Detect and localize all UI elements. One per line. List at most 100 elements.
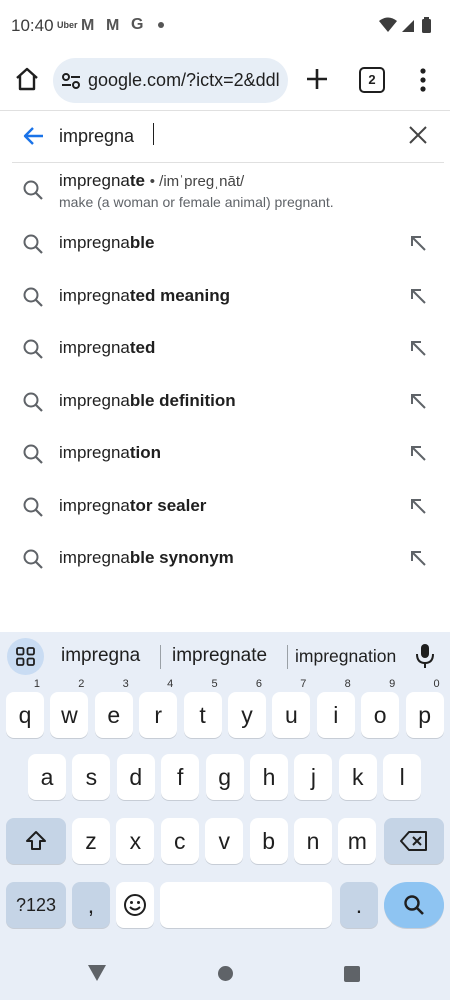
keyboard-menu-button[interactable] <box>7 638 44 675</box>
key-k[interactable]: k <box>338 754 377 800</box>
key-hint-digit: 7 <box>300 678 307 690</box>
home-circle-icon[interactable] <box>217 965 234 987</box>
search-icon <box>404 895 424 915</box>
browser-toolbar: google.com/?ictx=2&ddl 2 <box>0 52 450 111</box>
key-g[interactable]: g <box>205 754 244 800</box>
google-notification-icon: G <box>131 16 144 33</box>
key-x[interactable]: x <box>116 818 155 864</box>
key-b[interactable]: b <box>249 818 288 864</box>
backspace-key[interactable] <box>384 818 444 864</box>
key-u[interactable]: u7 <box>272 679 311 738</box>
new-tab-button[interactable] <box>303 65 331 93</box>
key-j[interactable]: j <box>294 754 333 800</box>
key-hint-digit: 6 <box>255 678 262 690</box>
plus-icon <box>307 69 327 89</box>
key-t[interactable]: t5 <box>183 679 222 738</box>
tab-switcher-button[interactable]: 2 <box>359 67 385 93</box>
search-key[interactable] <box>384 882 444 928</box>
suggestion-completion: te <box>129 171 145 190</box>
key-f[interactable]: f <box>161 754 200 800</box>
suggestion-item[interactable]: impregnated <box>0 322 450 375</box>
suggestion-item[interactable]: impregnator sealer <box>0 480 450 533</box>
key-o[interactable]: o9 <box>361 679 400 738</box>
keyboard-suggestion[interactable]: impregna <box>61 645 140 667</box>
suggestion-item[interactable]: impregnation <box>0 427 450 480</box>
recents-square-icon[interactable] <box>344 966 360 987</box>
suggestion-definition: make (a woman or female animal) pregnant… <box>59 194 334 210</box>
suggestion-completion: tion <box>129 443 162 462</box>
gmail-notification-icon-2: M <box>106 17 120 34</box>
key-i[interactable]: i8 <box>316 679 355 738</box>
shift-key[interactable] <box>6 818 66 864</box>
keyboard-suggestion-strip: impregna impregnate impregnation <box>0 632 450 680</box>
comma-key[interactable]: , <box>72 882 110 928</box>
key-hint-digit: 9 <box>389 678 396 690</box>
suggestion-completion: ble definition <box>129 390 236 410</box>
suggestion-prefix: impregna <box>59 390 130 410</box>
key-hint-digit: 2 <box>78 678 85 690</box>
battery-icon <box>422 17 431 33</box>
suggestion-completion: ted meaning <box>129 285 230 305</box>
suggestion-item[interactable]: impregnable <box>0 217 450 270</box>
key-d[interactable]: d <box>116 754 155 800</box>
key-z[interactable]: z <box>72 818 110 864</box>
suggestion-divider <box>287 645 288 669</box>
status-bar: 10:40 Uber M M G <box>0 0 450 52</box>
key-l[interactable]: l <box>383 754 422 800</box>
suggestion-completion: ble <box>129 233 155 252</box>
fill-query-arrow-icon[interactable] <box>409 497 427 520</box>
keyboard-suggestion[interactable]: impregnate <box>172 645 267 667</box>
fill-query-arrow-icon[interactable] <box>409 392 427 415</box>
emoji-key[interactable] <box>116 882 154 928</box>
suggestion-item[interactable]: impregnable synonym <box>0 532 450 585</box>
search-input[interactable] <box>59 123 379 149</box>
key-w[interactable]: w2 <box>50 679 89 738</box>
space-key[interactable] <box>160 882 332 928</box>
more-menu-button[interactable] <box>413 66 433 94</box>
microphone-icon[interactable] <box>414 642 436 675</box>
symbols-key[interactable]: ?123 <box>6 882 66 928</box>
key-n[interactable]: n <box>294 818 332 864</box>
status-time: 10:40 <box>11 16 54 35</box>
search-icon <box>22 443 44 470</box>
back-triangle-icon[interactable] <box>87 964 107 987</box>
key-q[interactable]: q1 <box>6 679 44 738</box>
clear-icon[interactable] <box>407 124 429 151</box>
key-h[interactable]: h <box>250 754 288 800</box>
key-c[interactable]: c <box>160 818 199 864</box>
key-p[interactable]: p0 <box>405 679 444 738</box>
fill-query-arrow-icon[interactable] <box>409 339 427 362</box>
fill-query-arrow-icon[interactable] <box>409 287 427 310</box>
back-arrow-icon[interactable] <box>22 124 46 153</box>
url-text: google.com/?ictx=2&ddl <box>88 70 280 90</box>
key-s[interactable]: s <box>72 754 111 800</box>
suggestion-prefix: impregna <box>59 233 130 252</box>
home-button[interactable] <box>12 64 42 94</box>
site-settings-icon[interactable] <box>61 71 81 96</box>
key-e[interactable]: e3 <box>94 679 133 738</box>
url-bar[interactable]: google.com/?ictx=2&ddl <box>53 58 288 103</box>
period-key[interactable]: . <box>340 882 378 928</box>
key-y[interactable]: y6 <box>228 679 266 738</box>
key-a[interactable]: a <box>28 754 66 800</box>
key-hint-digit: 5 <box>211 678 218 690</box>
suggestion-divider <box>160 645 161 669</box>
fill-query-arrow-icon[interactable] <box>409 444 427 467</box>
fill-query-arrow-icon[interactable] <box>409 234 427 257</box>
search-icon <box>22 338 44 365</box>
key-hint-digit: 3 <box>122 678 129 690</box>
suggestion-item[interactable]: impregnate • /imˈpreɡˌnāt/ make (a woman… <box>0 162 450 217</box>
suggestion-item[interactable]: impregnated meaning <box>0 270 450 323</box>
search-icon <box>22 391 44 418</box>
search-icon <box>22 286 44 313</box>
key-v[interactable]: v <box>205 818 244 864</box>
keyboard-suggestion[interactable]: impregnation <box>295 646 396 667</box>
suggestion-completion: tor sealer <box>129 495 207 515</box>
key-m[interactable]: m <box>338 818 377 864</box>
suggestion-item[interactable]: impregnable definition <box>0 375 450 428</box>
fill-query-arrow-icon[interactable] <box>409 549 427 572</box>
suggestion-prefix: impregna <box>59 495 130 515</box>
key-r[interactable]: r4 <box>139 679 178 738</box>
backspace-icon <box>400 831 427 851</box>
cell-signal-icon <box>402 20 414 32</box>
